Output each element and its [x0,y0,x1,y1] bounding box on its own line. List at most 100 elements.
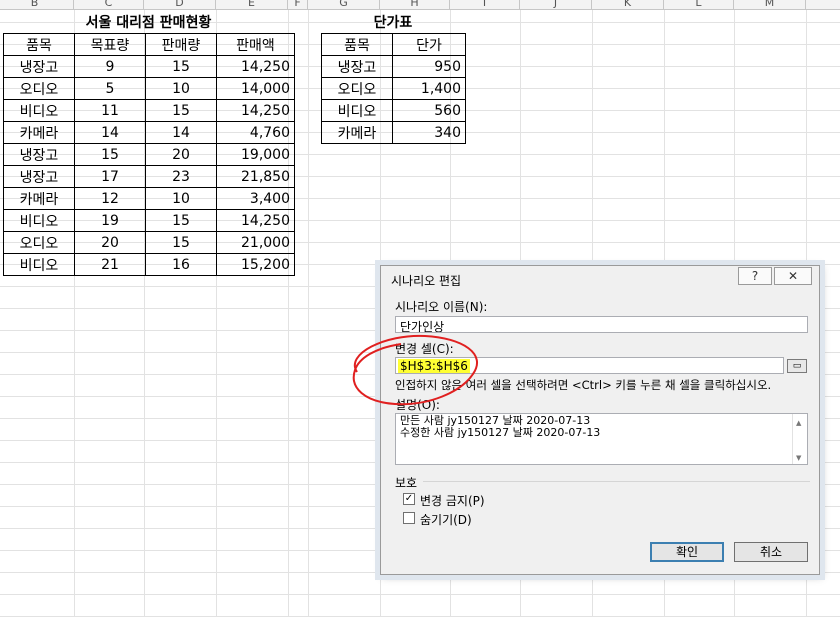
hide-label: 숨기기(D) [420,513,472,527]
column-header[interactable]: D [144,0,216,9]
price-cell[interactable]: 오디오 [321,77,393,100]
prevent-changes-label: 변경 금지(P) [420,494,485,508]
changing-cells-hint: 인접하지 않은 여러 셀을 선택하려면 <Ctrl> 키를 누른 채 셀을 클릭… [395,378,772,392]
sales-table: 품목 목표량 판매량 판매액 냉장고 9 15 14,250 오디오 5 10 14,000 비… [3,33,295,276]
sales-cell[interactable]: 냉장고 [3,165,75,188]
scenario-name-value: 단가인상 [400,320,445,333]
comment-scrollbar[interactable]: ▲ ▼ [792,414,807,464]
sales-cell[interactable]: 14 [145,121,217,144]
column-header[interactable]: I [450,0,520,9]
column-header[interactable]: B [0,0,74,9]
scenario-name-label: 시나리오 이름(N): [395,300,488,314]
sales-cell[interactable]: 14,250 [216,99,295,122]
sales-cell[interactable]: 21,000 [216,231,295,254]
price-row: 카메라 340 [321,121,466,144]
sales-cell[interactable]: 14,250 [216,209,295,232]
changing-cells-label: 변경 셀(C): [395,342,454,356]
sales-cell[interactable]: 20 [74,231,146,254]
price-cell[interactable]: 340 [392,121,466,144]
price-header[interactable]: 단가 [392,33,466,56]
sales-cell[interactable]: 냉장고 [3,143,75,166]
sales-header[interactable]: 판매액 [216,33,295,56]
price-cell[interactable]: 950 [392,55,466,78]
ok-button[interactable]: 확인 [650,542,724,562]
sales-cell[interactable]: 9 [74,55,146,78]
sales-header[interactable]: 판매량 [145,33,217,56]
column-header[interactable]: M [734,0,806,9]
changing-cells-input[interactable]: $H$3:$H$6 [395,357,784,374]
sales-cell[interactable]: 카메라 [3,121,75,144]
sales-cell[interactable]: 15 [74,143,146,166]
column-header[interactable]: C [74,0,144,9]
sales-cell[interactable]: 냉장고 [3,55,75,78]
sales-row: 오디오 5 10 14,000 [3,77,295,100]
sales-row: 비디오 21 16 15,200 [3,253,295,276]
sales-cell[interactable]: 비디오 [3,253,75,276]
column-header[interactable]: G [308,0,380,9]
sales-cell[interactable]: 16 [145,253,217,276]
comment-label: 설명(O): [395,398,440,412]
column-header[interactable]: F [288,0,308,9]
sales-cell[interactable]: 카메라 [3,187,75,210]
sales-header-row: 품목 목표량 판매량 판매액 [3,33,295,56]
price-cell[interactable]: 1,400 [392,77,466,100]
comment-textarea[interactable]: 만든 사람 jy150127 날짜 2020-07-13 수정한 사람 jy15… [395,413,808,465]
sales-cell[interactable]: 5 [74,77,146,100]
protection-label: 보호 [395,476,418,490]
price-cell[interactable]: 냉장고 [321,55,393,78]
help-button[interactable]: ? [738,267,772,285]
sales-cell[interactable]: 10 [145,77,217,100]
sales-cell[interactable]: 14 [74,121,146,144]
sales-row: 카메라 12 10 3,400 [3,187,295,210]
sales-cell[interactable]: 15 [145,209,217,232]
price-cell[interactable]: 비디오 [321,99,393,122]
sales-header[interactable]: 품목 [3,33,75,56]
column-header[interactable]: H [380,0,450,9]
grid-row-line [0,594,840,595]
sales-cell[interactable]: 21 [74,253,146,276]
sales-row: 비디오 11 15 14,250 [3,99,295,122]
sales-cell[interactable]: 15,200 [216,253,295,276]
scroll-down-icon[interactable]: ▼ [796,452,801,464]
column-header[interactable]: E [216,0,288,9]
price-header[interactable]: 품목 [321,33,393,56]
scenario-name-input[interactable]: 단가인상 [395,316,808,333]
hide-checkbox[interactable] [403,512,415,524]
price-cell[interactable]: 카메라 [321,121,393,144]
column-header[interactable]: L [664,0,734,9]
column-header[interactable]: J [520,0,592,9]
range-picker-button[interactable]: ▭ [787,359,807,373]
sales-cell[interactable]: 15 [145,55,217,78]
scroll-up-icon[interactable]: ▲ [796,417,801,429]
sales-cell[interactable]: 17 [74,165,146,188]
sales-cell[interactable]: 20 [145,143,217,166]
prevent-changes-checkbox[interactable]: ✓ [403,493,415,505]
price-cell[interactable]: 560 [392,99,466,122]
sales-cell[interactable]: 비디오 [3,209,75,232]
sales-cell[interactable]: 12 [74,187,146,210]
price-title: 단가표 [373,15,413,31]
close-button[interactable]: ✕ [774,267,812,285]
changing-cells-value: $H$3:$H$6 [398,359,470,373]
sales-cell[interactable]: 15 [145,99,217,122]
sales-cell[interactable]: 14,000 [216,77,295,100]
dialog-title: 시나리오 편집 [391,274,462,288]
sales-cell[interactable]: 19,000 [216,143,295,166]
sales-cell[interactable]: 21,850 [216,165,295,188]
sales-row: 오디오 20 15 21,000 [3,231,295,254]
sales-cell[interactable]: 오디오 [3,231,75,254]
sales-cell[interactable]: 3,400 [216,187,295,210]
sales-cell[interactable]: 11 [74,99,146,122]
sales-cell[interactable]: 23 [145,165,217,188]
comment-line: 수정한 사람 jy150127 날짜 2020-07-13 [400,426,601,439]
sales-cell[interactable]: 4,760 [216,121,295,144]
column-header[interactable]: K [592,0,664,9]
sales-cell[interactable]: 10 [145,187,217,210]
sales-cell[interactable]: 15 [145,231,217,254]
sales-header[interactable]: 목표량 [74,33,146,56]
sales-cell[interactable]: 오디오 [3,77,75,100]
sales-cell[interactable]: 비디오 [3,99,75,122]
sales-cell[interactable]: 19 [74,209,146,232]
sales-cell[interactable]: 14,250 [216,55,295,78]
cancel-button[interactable]: 취소 [734,542,808,562]
